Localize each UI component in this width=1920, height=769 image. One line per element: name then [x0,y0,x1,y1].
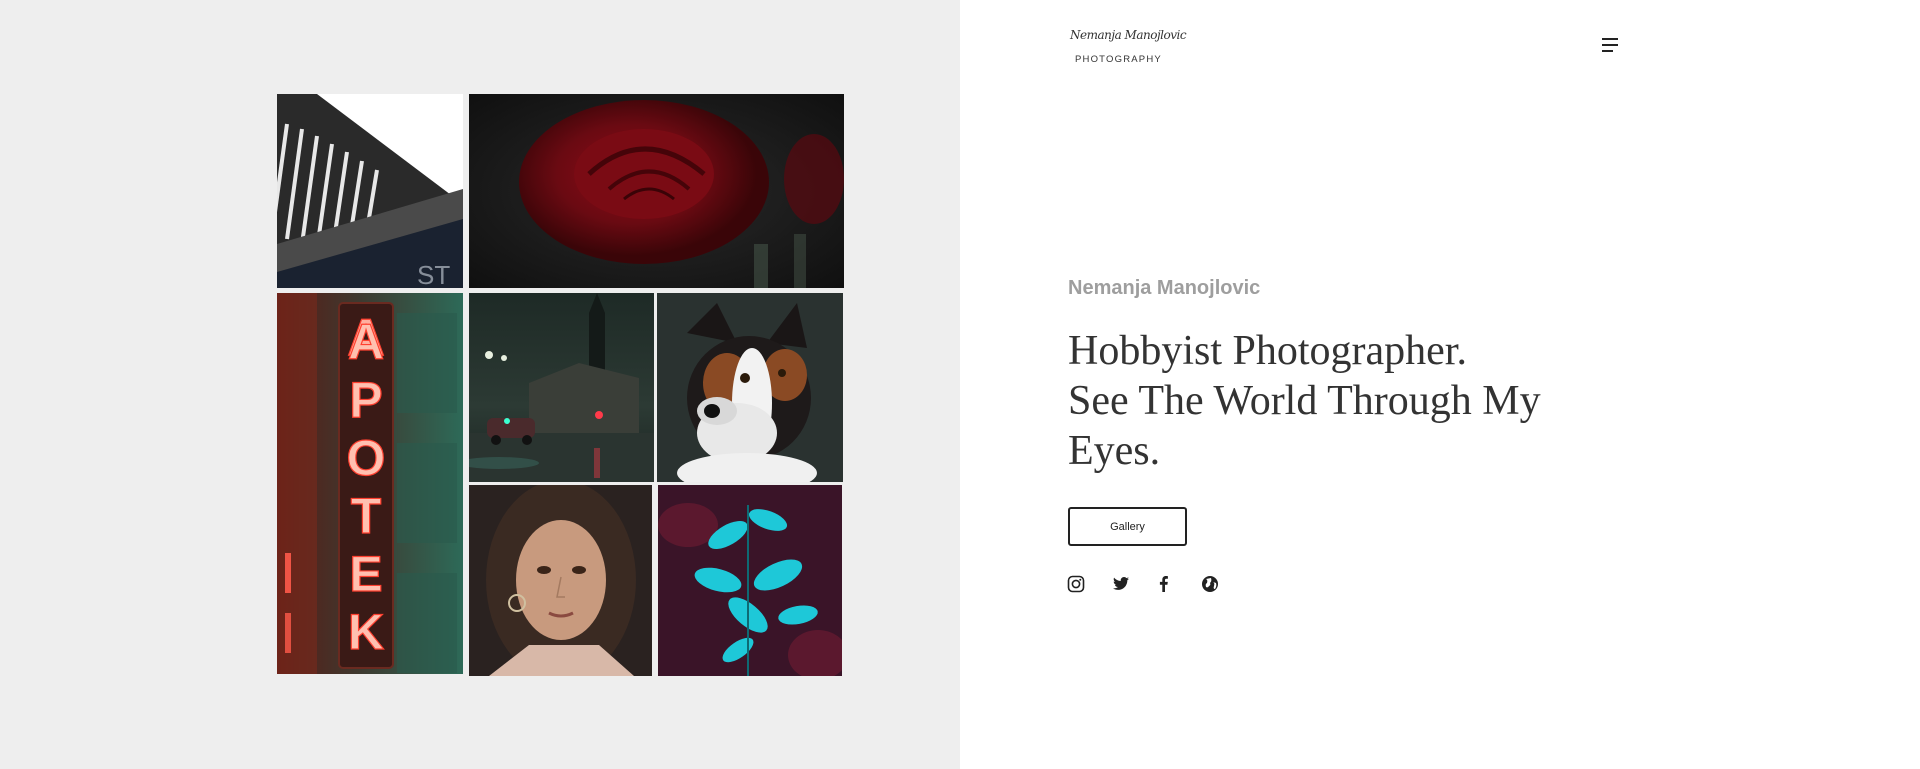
menu-line [1602,50,1613,52]
photo-portrait[interactable] [469,485,652,676]
logo-subtitle: PHOTOGRAPHY [1075,54,1162,65]
gallery-panel: ST A A P O T E K [0,0,960,769]
headline-line: See The World Through My [1068,378,1541,424]
photo-leaves[interactable] [658,485,842,676]
headline-line: Hobbyist Photographer. [1068,328,1467,374]
photo-night-street[interactable] [469,293,654,482]
logo-signature: Nemanja Manojlovic [1070,28,1187,42]
svg-text:T: T [351,488,382,544]
svg-text:O: O [347,430,386,486]
gallery-button[interactable]: Gallery [1068,507,1187,546]
site-logo[interactable]: Nemanja Manojlovic PHOTOGRAPHY [1068,26,1187,72]
svg-text:A: A [348,314,384,370]
instagram-icon[interactable] [1067,575,1085,593]
menu-line [1602,44,1618,46]
photo-dog[interactable] [657,293,843,482]
svg-text:K: K [348,604,384,660]
svg-text:ST: ST [417,260,450,288]
twitter-icon[interactable] [1112,575,1130,593]
hamburger-menu-icon[interactable] [1600,37,1620,55]
author-name: Nemanja Manojlovic [1068,277,1261,299]
photo-building[interactable]: ST [277,94,463,288]
globe-icon[interactable] [1201,575,1219,593]
page: ST A A P O T E K Nemanja Manojlovic PHOT… [0,0,1920,769]
svg-text:P: P [349,372,382,428]
headline-line: Eyes. [1068,428,1161,474]
svg-text:E: E [349,546,382,602]
menu-line [1602,38,1618,40]
photo-apotek-sign[interactable]: A A P O T E K [277,293,463,674]
hero-headline: Hobbyist Photographer. See The World Thr… [1068,326,1628,476]
facebook-icon[interactable] [1155,575,1173,593]
photo-rose[interactable] [469,94,844,288]
